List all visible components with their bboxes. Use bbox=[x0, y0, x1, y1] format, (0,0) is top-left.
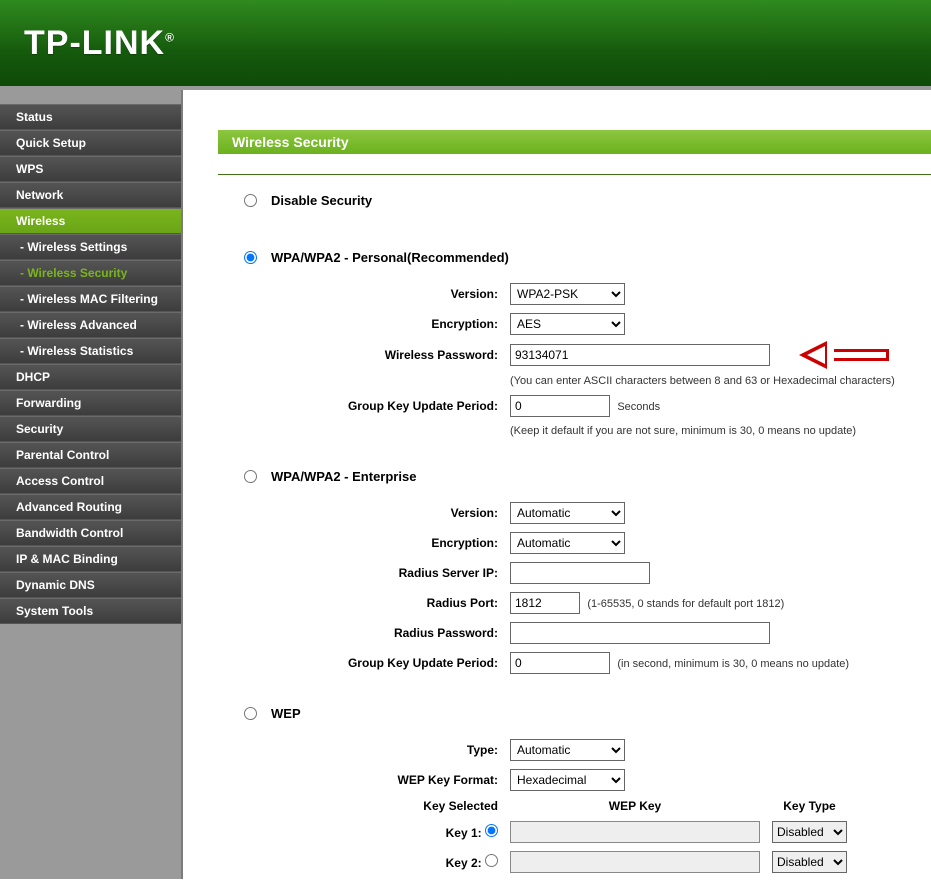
sidebar-item-dynamic-dns[interactable]: Dynamic DNS bbox=[0, 572, 181, 598]
sidebar-item-wireless-mac-filtering[interactable]: - Wireless MAC Filtering bbox=[0, 286, 181, 312]
sidebar-item-security[interactable]: Security bbox=[0, 416, 181, 442]
label-wep-type: Type: bbox=[284, 735, 504, 765]
sidebar-item-wireless-statistics[interactable]: - Wireless Statistics bbox=[0, 338, 181, 364]
sidebar-item-network[interactable]: Network bbox=[0, 182, 181, 208]
radio-wpa-personal[interactable] bbox=[244, 251, 257, 264]
label-wep: WEP bbox=[271, 706, 301, 721]
hint-personal-group: (Keep it default if you are not sure, mi… bbox=[504, 421, 901, 441]
head-key-type: Key Type bbox=[766, 795, 853, 817]
sidebar-item-system-tools[interactable]: System Tools bbox=[0, 598, 181, 624]
input-wireless-password[interactable] bbox=[510, 344, 770, 366]
select-ent-encryption[interactable]: Automatic bbox=[510, 532, 625, 554]
sidebar-item-quick-setup[interactable]: Quick Setup bbox=[0, 130, 181, 156]
label-radius-ip: Radius Server IP: bbox=[284, 558, 504, 588]
select-personal-version[interactable]: WPA2-PSK bbox=[510, 283, 625, 305]
annotation-arrow-password bbox=[799, 343, 889, 367]
hint-password: (You can enter ASCII characters between … bbox=[504, 371, 901, 391]
sidebar: StatusQuick SetupWPSNetworkWireless- Wir… bbox=[0, 90, 183, 879]
label-personal-group: Group Key Update Period: bbox=[284, 391, 504, 421]
label-key1: Key 1: bbox=[446, 826, 482, 840]
select-ent-version[interactable]: Automatic bbox=[510, 502, 625, 524]
sidebar-item-bandwidth-control[interactable]: Bandwidth Control bbox=[0, 520, 181, 546]
radio-wpa-enterprise[interactable] bbox=[244, 470, 257, 483]
label-radius-pw: Radius Password: bbox=[284, 618, 504, 648]
label-ent-group: Group Key Update Period: bbox=[284, 648, 504, 678]
sidebar-item-dhcp[interactable]: DHCP bbox=[0, 364, 181, 390]
input-personal-group[interactable] bbox=[510, 395, 610, 417]
sidebar-item-wireless-settings[interactable]: - Wireless Settings bbox=[0, 234, 181, 260]
label-wpa-enterprise: WPA/WPA2 - Enterprise bbox=[271, 469, 416, 484]
radio-key2[interactable] bbox=[485, 854, 498, 867]
page-title: Wireless Security bbox=[218, 130, 931, 154]
sidebar-item-parental-control[interactable]: Parental Control bbox=[0, 442, 181, 468]
sidebar-item-wireless[interactable]: Wireless bbox=[0, 208, 181, 234]
sidebar-item-ip-mac-binding[interactable]: IP & MAC Binding bbox=[0, 546, 181, 572]
input-wepkey1[interactable] bbox=[510, 821, 760, 843]
hint-radius-port: (1-65535, 0 stands for default port 1812… bbox=[583, 598, 784, 610]
head-key-selected: Key Selected bbox=[284, 795, 504, 817]
select-personal-encryption[interactable]: AES bbox=[510, 313, 625, 335]
divider bbox=[218, 174, 931, 175]
label-wpa-personal: WPA/WPA2 - Personal(Recommended) bbox=[271, 250, 509, 265]
sidebar-item-wps[interactable]: WPS bbox=[0, 156, 181, 182]
sidebar-item-status[interactable]: Status bbox=[0, 104, 181, 130]
head-wep-key: WEP Key bbox=[504, 795, 766, 817]
label-personal-encryption: Encryption: bbox=[284, 309, 504, 339]
sidebar-item-wireless-security[interactable]: - Wireless Security bbox=[0, 260, 181, 286]
input-ent-group[interactable] bbox=[510, 652, 610, 674]
input-radius-pw[interactable] bbox=[510, 622, 770, 644]
label-ent-version: Version: bbox=[284, 498, 504, 528]
main-content: Wireless Security Disable Security WPA/W… bbox=[183, 90, 931, 879]
label-ent-encryption: Encryption: bbox=[284, 528, 504, 558]
radio-wep[interactable] bbox=[244, 707, 257, 720]
sidebar-item-wireless-advanced[interactable]: - Wireless Advanced bbox=[0, 312, 181, 338]
select-wep-type[interactable]: Automatic bbox=[510, 739, 625, 761]
radio-key1[interactable] bbox=[485, 824, 498, 837]
sidebar-item-forwarding[interactable]: Forwarding bbox=[0, 390, 181, 416]
brand-logo: TP-LINK® bbox=[24, 24, 175, 63]
label-key2: Key 2: bbox=[446, 856, 482, 870]
app-header: TP-LINK® bbox=[0, 0, 931, 90]
label-wireless-password: Wireless Password: bbox=[284, 339, 504, 371]
select-wep-format[interactable]: Hexadecimal bbox=[510, 769, 625, 791]
input-radius-port[interactable] bbox=[510, 592, 580, 614]
radio-disable-security[interactable] bbox=[244, 194, 257, 207]
unit-seconds: Seconds bbox=[613, 401, 660, 413]
label-wep-format: WEP Key Format: bbox=[284, 765, 504, 795]
label-radius-port: Radius Port: bbox=[284, 588, 504, 618]
sidebar-item-advanced-routing[interactable]: Advanced Routing bbox=[0, 494, 181, 520]
input-radius-ip[interactable] bbox=[510, 562, 650, 584]
select-keytype1[interactable]: Disabled bbox=[772, 821, 847, 843]
input-wepkey2[interactable] bbox=[510, 851, 760, 873]
select-keytype2[interactable]: Disabled bbox=[772, 851, 847, 873]
sidebar-item-access-control[interactable]: Access Control bbox=[0, 468, 181, 494]
label-personal-version: Version: bbox=[284, 279, 504, 309]
hint-ent-group: (in second, minimum is 30, 0 means no up… bbox=[613, 658, 849, 670]
label-disable-security: Disable Security bbox=[271, 193, 372, 208]
